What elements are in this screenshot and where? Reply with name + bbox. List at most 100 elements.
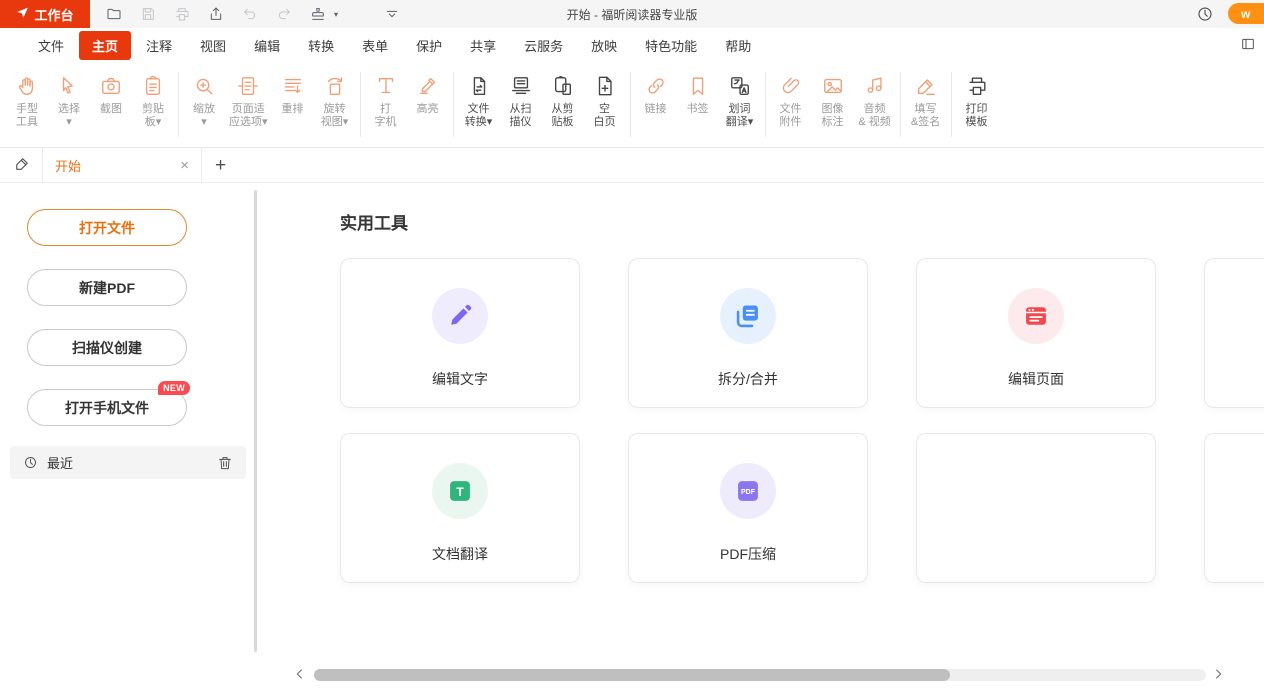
menu-featured[interactable]: 特色功能	[632, 31, 710, 60]
tab-start[interactable]: 开始 ×	[42, 148, 202, 183]
redo-button[interactable]	[272, 2, 296, 26]
account-button[interactable]: w	[1228, 3, 1264, 24]
stamp-button[interactable]	[306, 2, 330, 26]
menu-form[interactable]: 表单	[349, 31, 401, 60]
tool-print-template[interactable]: 打印模板	[956, 62, 998, 129]
card-edit-pages[interactable]: 编辑页面	[916, 258, 1156, 408]
horizontal-scrollbar-track[interactable]	[314, 669, 1206, 681]
tool-from-scanner[interactable]: 从扫描仪	[500, 62, 542, 129]
open-file-button[interactable]: 打开文件	[27, 209, 187, 246]
tool-link[interactable]: 链接	[635, 62, 677, 116]
tool-label: 选择▾	[58, 103, 80, 129]
menu-help[interactable]: 帮助	[712, 31, 764, 60]
new-tab-button[interactable]: +	[215, 156, 226, 175]
panel-toggle-button[interactable]	[1240, 36, 1256, 52]
tool-reflow[interactable]: 重排	[272, 62, 314, 116]
menu-share[interactable]: 共享	[457, 31, 509, 60]
tool-from-clipboard[interactable]: 从剪贴板	[542, 62, 584, 129]
menu-file[interactable]: 文件	[25, 31, 77, 60]
tab-close-icon[interactable]: ×	[180, 158, 189, 173]
menu-slideshow[interactable]: 放映	[578, 31, 630, 60]
attachment-icon	[780, 72, 802, 100]
ribbon-toolbar: 手型工具选择▾ 截图剪贴板▾缩放▾页面适应选项▾重排旋转视图▾ 打字机高亮文件转换▾…	[0, 62, 1264, 148]
card-partial-card-2[interactable]	[1204, 433, 1264, 583]
rotate-icon	[324, 72, 346, 100]
card-pdf-compress[interactable]: PDFPDF压缩	[628, 433, 868, 583]
menu-protect[interactable]: 保护	[403, 31, 455, 60]
section-title: 实用工具	[340, 209, 408, 234]
export-icon	[208, 6, 224, 22]
clock-icon	[23, 455, 38, 470]
paste-icon	[552, 72, 574, 100]
tool-label: 音频& 视频	[858, 103, 890, 129]
redo-icon	[276, 6, 292, 22]
tool-bookmark[interactable]: 书签	[677, 62, 719, 116]
stylus-icon[interactable]	[13, 155, 33, 175]
undo-button[interactable]	[238, 2, 262, 26]
tool-snapshot[interactable]: 截图	[90, 62, 132, 116]
tool-clipboard[interactable]: 剪贴板▾	[132, 62, 174, 129]
svg-text:PDF: PDF	[741, 489, 756, 496]
open-file-button[interactable]	[102, 2, 126, 26]
customize-toolbar-button[interactable]	[380, 2, 404, 26]
tool-label: 从剪贴板	[552, 103, 574, 129]
tool-fill-sign[interactable]: 填写&签名	[905, 62, 947, 129]
workspace-button[interactable]: 工作台	[0, 0, 90, 28]
tool-image-annotation[interactable]: 图像标注	[812, 62, 854, 129]
app-title: 开始 - 福昕阅读器专业版	[567, 0, 698, 28]
recent-section[interactable]: 最近	[10, 446, 246, 479]
scanner-icon	[510, 72, 532, 100]
print-button[interactable]	[170, 2, 194, 26]
trash-icon[interactable]	[217, 455, 233, 471]
tool-audio-video[interactable]: 音频& 视频	[854, 62, 896, 129]
main-content: 实用工具 编辑文字 拆分/合并编辑页面 WPDF转Word T文档翻译 PDFPDF压缩	[260, 183, 1264, 691]
tool-label: 填写&签名	[911, 103, 940, 129]
tool-highlight[interactable]: 高亮	[407, 62, 449, 116]
tool-select[interactable]: 选择▾	[48, 62, 90, 129]
card-label: 编辑文字	[341, 369, 579, 389]
scroll-left-button[interactable]	[292, 666, 308, 682]
tool-label: 书签	[687, 103, 709, 116]
print-icon	[174, 6, 190, 22]
menu-home[interactable]: 主页	[79, 31, 131, 60]
card-partial-card-1[interactable]	[916, 433, 1156, 583]
select-icon	[58, 72, 80, 100]
menu-comment[interactable]: 注释	[133, 31, 185, 60]
scroll-right-button[interactable]	[1210, 666, 1226, 682]
menu-cloud-services[interactable]: 云服务	[511, 31, 576, 60]
sidebar-scrollbar[interactable]	[254, 190, 257, 652]
tool-label: 图像标注	[822, 103, 844, 129]
tool-hand-tool[interactable]: 手型工具	[6, 62, 48, 129]
save-button[interactable]	[136, 2, 160, 26]
tool-rotate-view[interactable]: 旋转视图▾	[314, 62, 356, 129]
card-edit-text[interactable]: 编辑文字	[340, 258, 580, 408]
ribbon-separator	[360, 72, 361, 137]
tool-zoom[interactable]: 缩放▾	[183, 62, 225, 129]
tool-file-attachment[interactable]: 文件附件	[770, 62, 812, 129]
menu-view[interactable]: 视图	[187, 31, 239, 60]
card-split-merge[interactable]: 拆分/合并	[628, 258, 868, 408]
export-button[interactable]	[204, 2, 228, 26]
tool-word-translate[interactable]: 划词翻译▾	[719, 62, 761, 129]
tool-typewriter[interactable]: 打字机	[365, 62, 407, 129]
menu-convert[interactable]: 转换	[295, 31, 347, 60]
tool-label: 文件附件	[780, 103, 802, 129]
open-phone-file-button[interactable]: 打开手机文件NEW	[27, 389, 187, 426]
undo-icon	[242, 6, 258, 22]
tool-file-convert[interactable]: 文件转换▾	[458, 62, 500, 129]
tool-label: 打字机	[375, 103, 397, 129]
new-pdf-button[interactable]: 新建PDF	[27, 269, 187, 306]
clock-icon[interactable]	[1196, 5, 1214, 23]
scanner-create-button[interactable]: 扫描仪创建	[27, 329, 187, 366]
card-pdf-to-word[interactable]: WPDF转Word	[1204, 258, 1264, 408]
tool-label: 旋转视图▾	[321, 103, 349, 129]
menu-edit[interactable]: 编辑	[241, 31, 293, 60]
tool-page-fit-options[interactable]: 页面适应选项▾	[225, 62, 272, 129]
recent-label: 最近	[47, 453, 217, 472]
card-doc-translate[interactable]: T文档翻译	[340, 433, 580, 583]
tool-blank-page[interactable]: 空白页	[584, 62, 626, 129]
horizontal-scrollbar-thumb[interactable]	[314, 669, 950, 681]
fit-page-icon	[237, 72, 259, 100]
image-icon	[822, 72, 844, 100]
zoom-icon	[193, 72, 215, 100]
